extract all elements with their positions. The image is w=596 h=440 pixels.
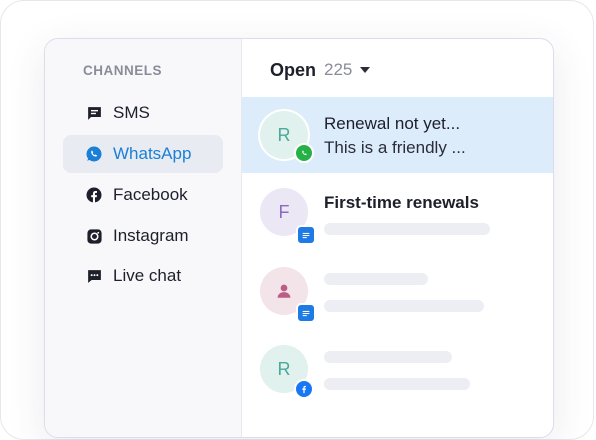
status-label: Open (270, 59, 317, 80)
title-placeholder (324, 351, 452, 363)
conversation-row[interactable]: R Renewal not yet... This is a friendly … (242, 97, 553, 173)
sidebar-item-whatsapp[interactable]: WhatsApp (63, 135, 223, 173)
conversation-list: Open 225 R Renewal not yet... This is a … (242, 39, 553, 437)
facebook-icon (294, 379, 314, 399)
channels-sidebar: CHANNELS SMS WhatsApp Facebook Instagram (45, 39, 242, 437)
channels-heading: CHANNELS (83, 63, 163, 78)
sms-icon (85, 104, 103, 122)
conversation-title: First-time renewals (324, 193, 479, 212)
avatar-letter: R (277, 124, 291, 145)
sidebar-item-instagram[interactable]: Instagram (63, 217, 223, 255)
status-filter-dropdown[interactable]: Open 225 (270, 57, 371, 83)
snippet-placeholder (324, 223, 490, 235)
sidebar-item-label: WhatsApp (113, 144, 192, 163)
sms-icon (296, 303, 316, 323)
sidebar-item-label: SMS (113, 103, 150, 122)
sidebar-item-label: Instagram (113, 226, 189, 245)
sidebar-item-live-chat[interactable]: Live chat (63, 257, 223, 295)
conversation-count: 225 (324, 60, 353, 79)
sidebar-item-label: Live chat (113, 266, 182, 285)
conversation-snippet: This is a friendly ... (324, 138, 466, 157)
conversation-title: Renewal not yet... (324, 114, 461, 133)
sidebar-item-facebook[interactable]: Facebook (63, 176, 223, 214)
avatar-letter: F (278, 201, 290, 222)
snippet-placeholder (324, 378, 470, 390)
conversation-row[interactable] (242, 253, 553, 329)
inbox-window: CHANNELS SMS WhatsApp Facebook Instagram (44, 38, 554, 438)
snippet-placeholder (324, 300, 484, 312)
live-chat-icon (85, 267, 103, 285)
sidebar-item-sms[interactable]: SMS (63, 94, 223, 132)
whatsapp-icon (294, 143, 314, 163)
whatsapp-icon (85, 145, 103, 163)
user-icon (277, 284, 291, 298)
conversation-row[interactable]: R (242, 331, 553, 407)
sms-icon (296, 225, 316, 245)
title-placeholder (324, 273, 428, 285)
facebook-icon (85, 186, 103, 204)
avatar-letter: R (277, 358, 291, 379)
instagram-icon (85, 227, 103, 245)
sidebar-item-label: Facebook (113, 185, 188, 204)
conversation-row[interactable]: F First-time renewals (242, 175, 553, 251)
chevron-down-icon (360, 67, 371, 73)
